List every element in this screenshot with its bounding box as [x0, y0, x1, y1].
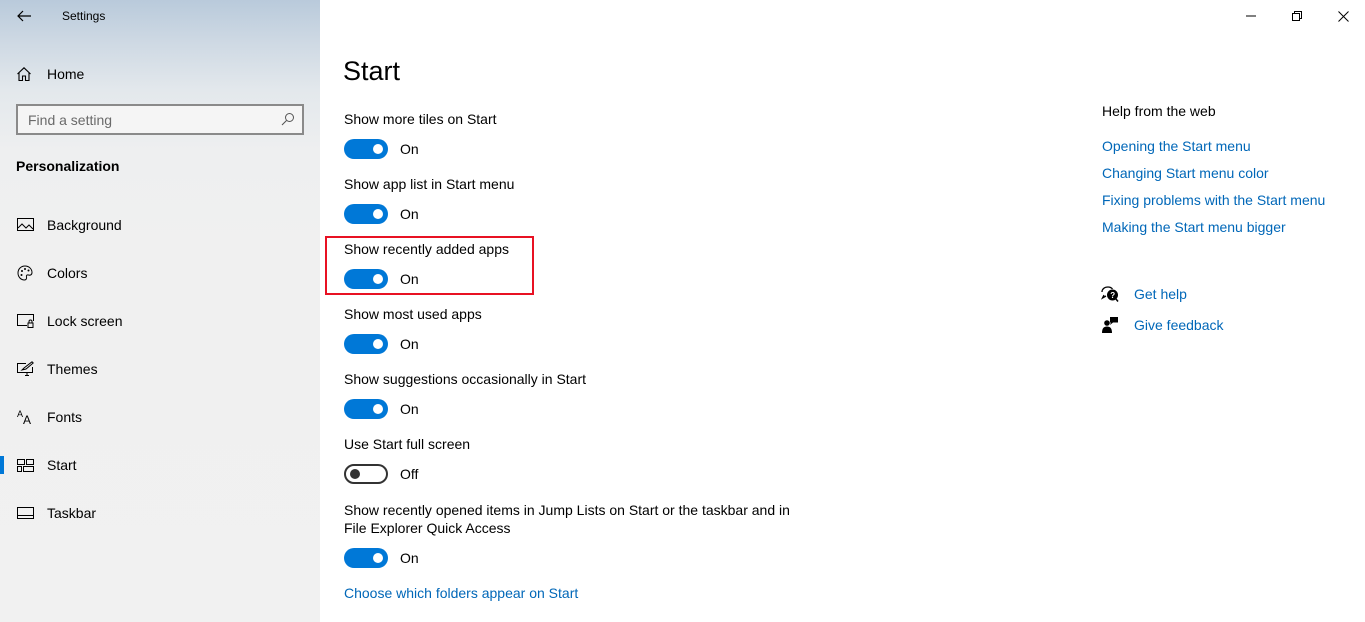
toggle-state: On [400, 206, 419, 222]
setting-label-more-tiles: Show more tiles on Start [344, 111, 497, 127]
home-icon [17, 67, 31, 82]
back-button[interactable] [14, 6, 34, 26]
setting-label-jump-lists-line2: File Explorer Quick Access [344, 520, 511, 536]
setting-label-suggestions: Show suggestions occasionally in Start [344, 371, 587, 387]
sidebar-item-colors[interactable]: Colors [0, 253, 320, 293]
toggle-switch[interactable] [344, 204, 388, 224]
setting-label-recently-added: Show recently added apps [344, 241, 509, 257]
help-link-opening-start[interactable]: Opening the Start menu [1102, 138, 1251, 154]
palette-icon [16, 264, 34, 282]
help-link-bigger-start[interactable]: Making the Start menu bigger [1102, 219, 1286, 235]
get-help-link[interactable]: Get help [1134, 286, 1187, 302]
toggle-switch[interactable] [344, 269, 388, 289]
setting-label-full-screen: Use Start full screen [344, 436, 471, 452]
restore-icon [1292, 11, 1302, 21]
toggle-state: On [400, 141, 419, 157]
setting-label-app-list: Show app list in Start menu [344, 176, 515, 192]
get-help-icon: ? [1100, 284, 1120, 304]
lock-screen-icon [16, 312, 34, 330]
selection-indicator [0, 456, 4, 474]
toggle-state: Off [400, 466, 419, 482]
sidebar-item-label: Taskbar [47, 505, 97, 521]
toggle-state: On [400, 550, 419, 566]
toggle-state: On [400, 271, 419, 287]
sidebar-home[interactable]: Home [16, 64, 84, 84]
close-button[interactable] [1320, 0, 1365, 32]
sidebar-item-label: Fonts [47, 409, 83, 425]
sidebar-item-themes[interactable]: Themes [0, 349, 320, 389]
toggle-switch[interactable] [344, 464, 388, 484]
themes-icon [16, 360, 34, 378]
setting-label-jump-lists-line1: Show recently opened items in Jump Lists… [344, 502, 790, 518]
choose-folders-link[interactable]: Choose which folders appear on Start [344, 585, 578, 601]
help-title: Help from the web [1102, 103, 1216, 119]
back-arrow-icon [17, 10, 31, 22]
toggle-most-used[interactable]: On [344, 334, 419, 354]
svg-text:?: ? [1110, 291, 1115, 300]
section-title: Personalization [16, 158, 120, 174]
search-icon[interactable] [281, 112, 295, 126]
sidebar-item-label: Background [47, 217, 122, 233]
give-feedback-row[interactable]: Give feedback [1100, 315, 1224, 335]
toggle-state: On [400, 401, 419, 417]
minimize-button[interactable] [1228, 0, 1274, 32]
sidebar-item-label: Lock screen [47, 313, 123, 329]
close-icon [1337, 10, 1349, 22]
sidebar-item-label: Colors [47, 265, 88, 281]
start-tiles-icon [16, 456, 34, 474]
toggle-switch[interactable] [344, 139, 388, 159]
sidebar-item-label: Themes [47, 361, 98, 377]
toggle-state: On [400, 336, 419, 352]
toggle-jump-lists[interactable]: On [344, 548, 419, 568]
sidebar: Settings Home Personalization Background… [0, 0, 320, 622]
sidebar-item-fonts[interactable]: AA Fonts [0, 397, 320, 437]
page-title: Start [343, 56, 401, 86]
fonts-icon: AA [16, 408, 34, 426]
help-link-fixing-problems[interactable]: Fixing problems with the Start menu [1102, 192, 1325, 208]
setting-label-most-used: Show most used apps [344, 306, 482, 322]
toggle-suggestions[interactable]: On [344, 399, 419, 419]
toggle-app-list[interactable]: On [344, 204, 419, 224]
toggle-switch[interactable] [344, 548, 388, 568]
toggle-switch[interactable] [344, 399, 388, 419]
restore-button[interactable] [1274, 0, 1320, 32]
minimize-icon [1246, 15, 1256, 17]
toggle-recently-added[interactable]: On [344, 269, 419, 289]
get-help-row[interactable]: ? Get help [1100, 284, 1187, 304]
sidebar-item-taskbar[interactable]: Taskbar [0, 493, 320, 533]
help-link-start-color[interactable]: Changing Start menu color [1102, 165, 1269, 181]
sidebar-item-background[interactable]: Background [0, 205, 320, 245]
toggle-switch[interactable] [344, 334, 388, 354]
feedback-icon [1100, 315, 1120, 335]
sidebar-item-start[interactable]: Start [0, 445, 320, 485]
give-feedback-link[interactable]: Give feedback [1134, 317, 1224, 333]
svg-text:A: A [23, 413, 31, 425]
image-icon [16, 216, 34, 234]
home-label: Home [47, 66, 85, 82]
sidebar-item-lock-screen[interactable]: Lock screen [0, 301, 320, 341]
search-box [16, 104, 304, 135]
taskbar-icon [16, 504, 34, 522]
app-title: Settings [62, 9, 106, 23]
sidebar-item-label: Start [47, 457, 77, 473]
search-input[interactable] [18, 106, 268, 133]
toggle-full-screen[interactable]: Off [344, 464, 418, 484]
toggle-more-tiles[interactable]: On [344, 139, 419, 159]
